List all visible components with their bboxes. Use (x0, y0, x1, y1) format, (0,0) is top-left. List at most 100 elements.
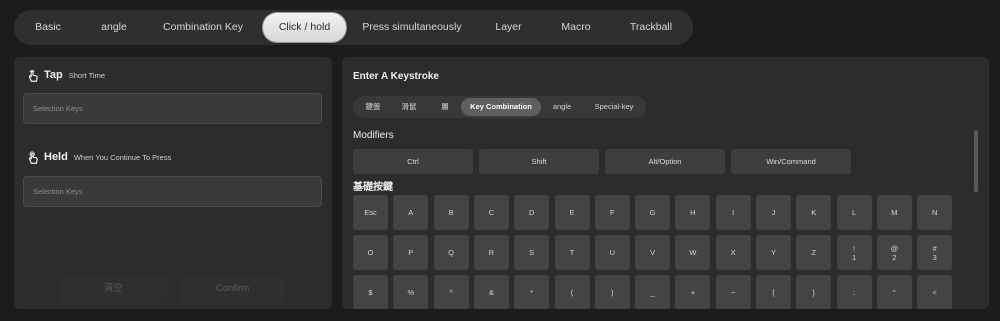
key-button[interactable]: & (473, 275, 509, 309)
subtab-angle[interactable]: angle (544, 98, 580, 116)
key-label: T (569, 248, 575, 257)
key-button[interactable]: P (393, 235, 429, 270)
tab-layer[interactable]: Layer (486, 13, 531, 42)
key-button[interactable]: Q (433, 235, 469, 270)
key-label: < (932, 288, 937, 297)
key-button[interactable]: Y (756, 235, 791, 270)
mode-tab-bar: Basic angle Combination Key Click / hold… (14, 10, 693, 45)
key-button[interactable]: V (635, 235, 671, 270)
subtab-key-combination[interactable]: Key Combination (461, 98, 541, 116)
key-label: S (529, 248, 535, 257)
key-button[interactable]: G (635, 195, 671, 230)
key-button[interactable]: R (473, 235, 509, 270)
tab-basic[interactable]: Basic (22, 13, 74, 42)
key-label: ~ (730, 288, 736, 297)
key-button[interactable]: T (554, 235, 590, 270)
subtab-special-key[interactable]: Special-key (587, 98, 641, 116)
modifier-ctrl-button[interactable]: Ctrl (353, 149, 473, 174)
key-button[interactable]: S (514, 235, 550, 270)
key-button[interactable]: * (514, 275, 550, 309)
held-title: Held (44, 151, 68, 163)
key-label: " (893, 288, 896, 297)
key-label: A (408, 208, 414, 217)
clear-button[interactable]: 清空 (60, 275, 167, 303)
key-button[interactable]: L (836, 195, 872, 230)
key-button[interactable]: < (917, 275, 953, 309)
key-button[interactable]: ! 1 (836, 235, 872, 270)
key-label: + (690, 288, 696, 297)
key-button[interactable]: @2 (876, 235, 912, 270)
confirm-button[interactable]: Confirm (179, 275, 286, 303)
key-button[interactable]: #3 (917, 235, 953, 270)
tab-press-simultaneously[interactable]: Press simultaneously (362, 13, 462, 42)
key-button[interactable]: C (473, 195, 509, 230)
key-label: N (931, 208, 938, 217)
key-button[interactable]: } (796, 275, 832, 309)
tab-click-hold[interactable]: Click / hold (263, 13, 346, 42)
key-button[interactable]: D (514, 195, 550, 230)
held-key-field[interactable]: Selection Keys (23, 176, 322, 207)
key-label: : (853, 288, 856, 297)
key-button[interactable]: Z (796, 235, 832, 270)
modifier-shift-button[interactable]: Shift (479, 149, 599, 174)
key-button[interactable]: _ (635, 275, 671, 309)
tab-combination-key[interactable]: Combination Key (159, 13, 247, 42)
tap-key-field[interactable]: Selection Keys (23, 93, 322, 124)
key-button[interactable]: N (917, 195, 953, 230)
key-button[interactable]: ~ (715, 275, 751, 309)
keystroke-title: Enter A Keystroke (353, 71, 439, 82)
tab-trackball[interactable]: Trackball (623, 13, 679, 42)
modifier-alt-option-button[interactable]: Alt/Option (605, 149, 725, 174)
key-button[interactable]: $ (353, 275, 388, 309)
held-section-header: Held When You Continue To Press (26, 151, 171, 165)
modifier-win-command-button[interactable]: Win/Command (731, 149, 851, 174)
key-button[interactable]: B (433, 195, 469, 230)
key-button[interactable]: { (756, 275, 791, 309)
subtab-keyboard[interactable]: 鍵盤 (357, 98, 389, 116)
subtab-layer[interactable]: 層 (429, 98, 461, 116)
key-label: ) (611, 288, 614, 297)
key-button[interactable]: U (594, 235, 630, 270)
keystroke-panel: Enter A Keystroke 鍵盤 滑鼠 層 Key Combinatio… (342, 57, 989, 309)
key-label: J (771, 208, 776, 217)
key-button[interactable]: % (393, 275, 429, 309)
tab-macro[interactable]: Macro (552, 13, 600, 42)
tap-hold-panel: Tap Short Time Selection Keys Held When … (14, 57, 332, 309)
key-label: Esc (364, 208, 377, 217)
key-button[interactable]: O (353, 235, 388, 270)
modifiers-label: Modifiers (353, 130, 394, 141)
key-button[interactable]: M (876, 195, 912, 230)
key-button[interactable]: + (675, 275, 711, 309)
key-label: X (730, 248, 736, 257)
key-button[interactable]: E (554, 195, 590, 230)
key-button[interactable]: : (836, 275, 872, 309)
key-button[interactable]: H (675, 195, 711, 230)
key-label: F (610, 208, 615, 217)
key-button[interactable]: " (876, 275, 912, 309)
key-label: L (852, 208, 857, 217)
key-button[interactable]: W (675, 235, 711, 270)
key-label: ^ (449, 288, 453, 297)
subtab-mouse[interactable]: 滑鼠 (393, 98, 425, 116)
keystroke-subtab-bar: 鍵盤 滑鼠 層 Key Combination angle Special-ke… (353, 96, 646, 118)
key-button[interactable]: I (715, 195, 751, 230)
key-label: % (407, 288, 415, 297)
key-button[interactable]: Esc (353, 195, 388, 230)
key-button[interactable]: X (715, 235, 751, 270)
key-button[interactable]: ( (554, 275, 590, 309)
key-label: ( (570, 288, 574, 297)
tab-angle[interactable]: angle (88, 13, 140, 42)
key-button[interactable]: K (796, 195, 832, 230)
hold-hand-icon (28, 151, 38, 164)
keystroke-scrollbar[interactable] (974, 130, 978, 192)
key-button[interactable]: ^ (433, 275, 469, 309)
key-button[interactable]: J (756, 195, 791, 230)
key-button[interactable]: A (393, 195, 429, 230)
key-button[interactable]: ) (594, 275, 630, 309)
key-label: D (528, 208, 535, 217)
key-label: H (690, 208, 696, 217)
tap-title: Tap (44, 69, 63, 81)
key-label: @ (890, 243, 899, 253)
key-label: P (408, 248, 414, 257)
key-button[interactable]: F (594, 195, 630, 230)
